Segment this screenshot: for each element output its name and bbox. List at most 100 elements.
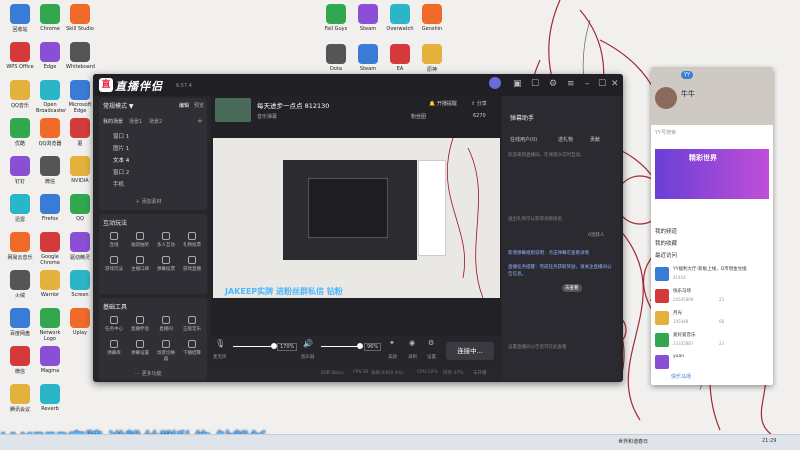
speaker-icon[interactable]: 🔊 [303,339,313,348]
start-live-button[interactable]: 连接中... [446,342,494,360]
feature-button[interactable]: 主播口碑 [129,256,151,272]
desktop-icon[interactable]: 微信 [6,346,34,375]
avatar[interactable] [489,77,501,89]
close-icon[interactable]: ✕ [611,79,619,89]
desktop-icon[interactable]: Edge [36,42,64,70]
list-item[interactable]: 爱好爱音乐 23335887 23 [655,331,769,351]
source-item[interactable]: 文本 4 [113,156,129,164]
tab-gifts[interactable]: 送礼物 [558,136,573,143]
desktop-icon[interactable]: 火绒 [6,270,34,299]
desktop-icon[interactable]: QQ [66,194,94,222]
room-cover[interactable] [215,98,251,122]
desktop-icon[interactable]: Dota [322,44,350,72]
desktop-icon[interactable]: Whiteboard [66,42,95,70]
desktop-icon[interactable]: 原神 [418,44,446,73]
desktop-icon[interactable]: 微信 [36,156,64,185]
share-button[interactable]: ⇪ 分享 [471,100,487,107]
desktop-icon[interactable]: Uplay [66,308,94,336]
record-icon[interactable]: ◉ [409,339,415,347]
desktop-icon[interactable]: Reverb [36,384,64,412]
feature-button[interactable]: 游戏玩法 [103,256,125,272]
source-item[interactable]: 窗口 1 [113,132,129,140]
desktop-icon[interactable]: Google Chrome [36,232,64,266]
desktop-icon[interactable]: Overwatch [386,4,414,32]
gear-icon[interactable]: ⚙ [549,79,557,89]
tab-preview[interactable]: 预览 [194,102,204,109]
desktop-icon[interactable]: NVIDIA [66,156,94,184]
mic-slider[interactable] [233,346,273,347]
mic-icon[interactable]: 🎙 [215,339,225,348]
tab-edit[interactable]: 编辑 [179,102,189,109]
scene-2[interactable]: 场景2 [149,118,162,125]
add-scene-icon[interactable]: + [197,117,203,125]
feature-button[interactable]: 弹幕库 [103,340,125,356]
scene-1[interactable]: 场景1 [129,118,142,125]
desktop-icon[interactable]: QQ浏览器 [36,118,64,147]
yy-banner[interactable]: 精彩世界 [655,149,769,199]
yy-bottom-button[interactable]: 快乐马场 [671,373,691,380]
yy-login-badge[interactable]: YY [681,71,694,79]
feature-button[interactable]: 场景切换器 [155,340,177,362]
feature-button[interactable]: 连线 [103,232,125,248]
maximize-icon[interactable]: ☐ [598,79,606,89]
avatar[interactable] [655,87,677,109]
live-reminder-button[interactable]: 🔔 开播提醒 [429,100,457,107]
speaker-slider[interactable] [321,346,359,347]
feature-button[interactable]: 直播间 [155,316,177,332]
desktop-icon[interactable]: Steam [354,4,382,32]
source-item[interactable]: 窗口 2 [113,168,129,176]
feature-button[interactable]: 多人互动 [155,232,177,248]
desktop-icon[interactable]: 回收站 [6,4,34,33]
desktop-icon[interactable]: 钉钉 [6,156,34,185]
tab-contribution[interactable]: 贡献 [590,136,600,143]
feature-button[interactable]: 正版音乐 [181,316,203,332]
desktop-icon[interactable]: WPS Office [6,42,34,70]
desktop-icon[interactable]: 驱动精灵 [66,232,94,261]
desktop-icon[interactable]: 百度网盘 [6,308,34,337]
desktop-icon[interactable]: Open Broadcaster [36,80,66,114]
taskbar-weather[interactable]: 世界和谐春日 [618,438,648,445]
desktop-icon[interactable]: Steam [354,44,382,72]
taskbar-time[interactable]: 21:29 [762,438,776,444]
add-source-button[interactable]: ＋ 添加素材 [135,198,162,205]
gift-icon[interactable]: ▣ [513,79,522,89]
feature-button[interactable]: 游戏直播 [181,256,203,272]
feature-button[interactable]: 礼物投票 [181,232,203,248]
list-item[interactable]: 月光 145448 68 [655,309,769,329]
desktop-icon[interactable]: 驱 [66,118,94,147]
feature-button[interactable]: 弹幕设置 [129,340,151,356]
room-title[interactable]: 每天进步一点点 812130 [257,100,329,110]
desktop-icon[interactable]: 网易云音乐 [6,232,34,261]
desktop-icon[interactable]: QQ音乐 [6,80,34,109]
desktop-icon[interactable]: Magma [36,346,64,374]
mode-dropdown[interactable]: 常规模式 ▼ [103,101,134,110]
desktop-icon[interactable]: Warrior [36,270,64,298]
feature-button[interactable]: 弹幕投票 [155,256,177,272]
settings-icon[interactable]: ⚙ [428,339,434,347]
feature-button[interactable]: 直播伴侣 [129,316,151,332]
desktop-icon[interactable]: 优酷 [6,118,34,147]
beauty-icon[interactable]: ✦ [389,339,395,347]
go-view-button[interactable]: 去查看 [562,284,582,292]
yy-my-channel[interactable]: 我的频道 [655,227,677,235]
chat-icon[interactable]: ☐ [531,79,539,89]
list-item[interactable]: yuan [655,353,769,373]
source-item[interactable]: 图片 1 [113,144,129,152]
source-item[interactable]: 手机 [113,180,124,188]
desktop-icon[interactable]: Network Logo [36,308,64,342]
desktop-icon[interactable]: Skill Studio [66,4,94,32]
feature-button[interactable]: 福袋抽奖 [129,232,151,248]
minimize-icon[interactable]: – [585,79,590,89]
more-features-button[interactable]: ⋯ 更多功能 [135,370,162,377]
desktop-icon[interactable]: Genshin [418,4,446,32]
yy-search-input[interactable]: YY号搜索 [655,129,676,136]
desktop-icon[interactable]: EA [386,44,414,72]
desktop-icon[interactable]: 腾讯会议 [6,384,34,413]
desktop-icon[interactable]: Microsoft Edge [66,80,94,114]
feature-button[interactable]: 下播结算 [181,340,203,356]
desktop-icon[interactable]: Screen [66,270,94,298]
feature-button[interactable]: 任务中心 [103,316,125,332]
speaker-slider-handle[interactable] [357,343,363,349]
tab-online-users[interactable]: 在线用户(0) [510,136,537,143]
desktop-icon[interactable]: Firefox [36,194,64,222]
